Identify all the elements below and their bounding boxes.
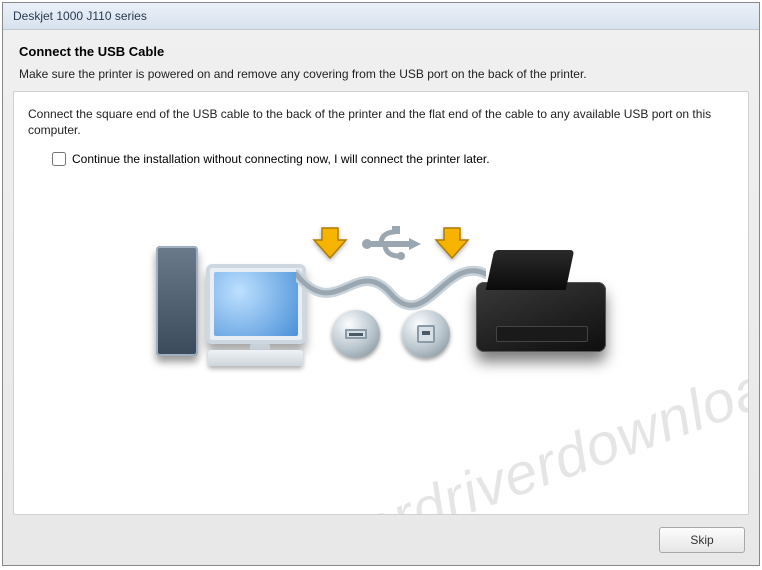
connection-illustration bbox=[28, 186, 734, 366]
usb-icon bbox=[359, 224, 423, 264]
header-section: Connect the USB Cable Make sure the prin… bbox=[3, 30, 759, 91]
skip-connect-checkbox[interactable] bbox=[52, 152, 66, 166]
page-heading: Connect the USB Cable bbox=[19, 44, 743, 59]
skip-button[interactable]: Skip bbox=[659, 527, 745, 553]
computer-icon bbox=[146, 206, 316, 366]
usb-a-plug-icon bbox=[332, 310, 380, 358]
content-panel: Connect the square end of the USB cable … bbox=[13, 91, 749, 515]
usb-b-plug-icon bbox=[402, 310, 450, 358]
arrow-down-icon bbox=[434, 226, 470, 262]
title-bar: Deskjet 1000 J110 series bbox=[3, 3, 759, 30]
usb-cable-icon bbox=[296, 264, 486, 324]
skip-connect-label: Continue the installation without connec… bbox=[72, 152, 490, 166]
arrow-down-icon bbox=[312, 226, 348, 262]
instruction-text: Connect the square end of the USB cable … bbox=[28, 106, 734, 138]
page-subtext: Make sure the printer is powered on and … bbox=[19, 67, 743, 81]
installer-window: Deskjet 1000 J110 series Connect the USB… bbox=[2, 2, 760, 566]
window-title: Deskjet 1000 J110 series bbox=[13, 9, 147, 23]
skip-connect-checkbox-row[interactable]: Continue the installation without connec… bbox=[28, 152, 734, 166]
footer-bar: Skip bbox=[3, 515, 759, 565]
printer-icon bbox=[466, 206, 616, 366]
cable-area bbox=[316, 206, 466, 366]
